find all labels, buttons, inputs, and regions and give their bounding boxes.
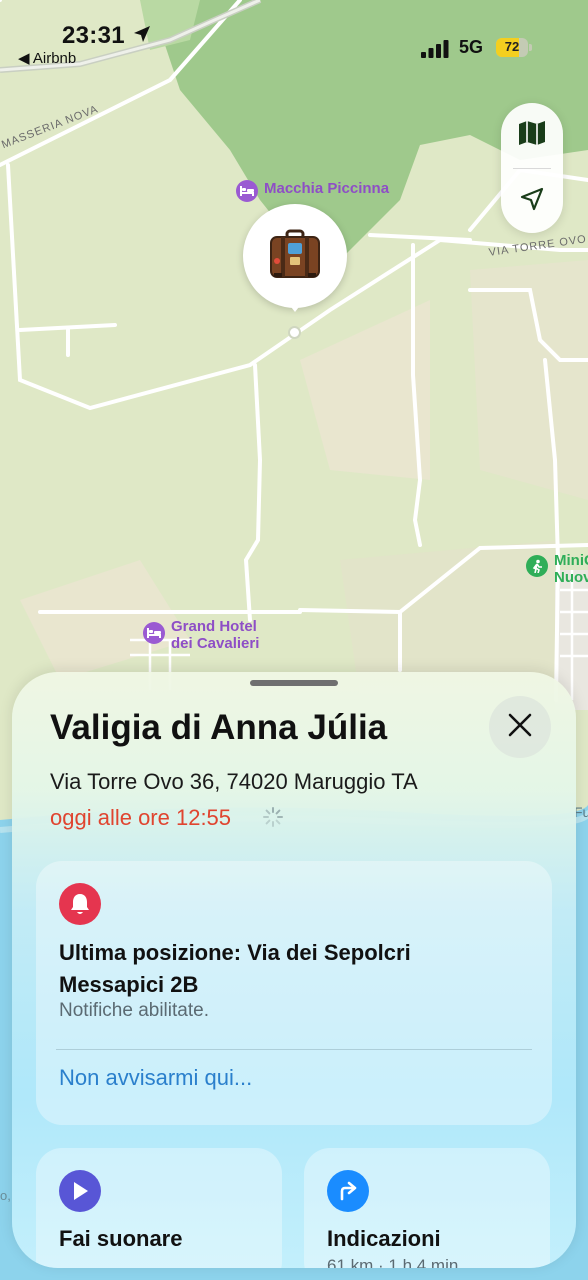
status-bar: 23:31 ◀ Airbnb 5G 72 xyxy=(0,0,588,76)
luggage-icon xyxy=(266,225,324,288)
sheet-grabber[interactable] xyxy=(250,680,338,686)
poi-grand-hotel[interactable]: Grand Hotel dei Cavalieri xyxy=(143,618,259,652)
close-icon xyxy=(507,712,533,743)
close-button[interactable] xyxy=(489,696,551,758)
play-icon xyxy=(59,1170,101,1212)
notification-title: Ultima posizione: Via dei Sepolcri Messa… xyxy=(59,940,411,997)
network-type: 5G xyxy=(459,37,484,57)
pin-location-dot xyxy=(288,326,301,339)
map-edge-label: Fu xyxy=(574,804,588,820)
back-to-app-link[interactable]: ◀ Airbnb xyxy=(18,49,76,67)
bell-icon xyxy=(59,883,101,925)
play-sound-button[interactable]: Fai suonare xyxy=(36,1148,282,1268)
notification-divider xyxy=(56,1049,532,1050)
map-controls xyxy=(501,103,563,233)
dont-notify-here-link[interactable]: Non avvisarmi qui... xyxy=(59,1065,252,1091)
poi-label-line2: dei Cavalieri xyxy=(171,635,260,652)
item-detail-sheet: Valigia di Anna Júlia Via Torre Ovo 36, … xyxy=(12,672,576,1268)
map-mode-icon xyxy=(518,120,546,151)
runner-icon xyxy=(526,555,548,577)
poi-label-line1: Grand Hotel xyxy=(171,618,257,635)
hotel-icon xyxy=(236,180,258,202)
map-edge-label-left: o, xyxy=(0,1188,11,1203)
my-location-button[interactable] xyxy=(501,169,563,233)
cell-signal-icon xyxy=(421,40,451,63)
poi-label-line2: Nuov xyxy=(554,569,588,586)
poi-label: Grand Hotel dei Cavalieri xyxy=(171,618,259,652)
directions-icon xyxy=(327,1170,369,1212)
battery-tip xyxy=(529,44,532,51)
poi-label-line1: MiniG xyxy=(554,552,588,569)
poi-minigolf[interactable]: MiniG Nuov xyxy=(526,552,588,586)
poi-macchia-piccinna[interactable]: Macchia Piccinna xyxy=(236,180,389,202)
last-updated: oggi alle ore 12:55 xyxy=(50,805,232,830)
poi-label: Macchia Piccinna xyxy=(264,180,390,197)
pin-tail xyxy=(284,298,306,312)
hotel-icon xyxy=(143,622,165,644)
battery-level: 72 xyxy=(504,39,520,54)
map-mode-button[interactable] xyxy=(501,103,563,167)
directions-button[interactable]: Indicazioni 61 km · 1 h 4 min xyxy=(304,1148,550,1268)
loading-spinner-icon xyxy=(262,806,284,833)
notification-card: Ultima posizione: Via dei Sepolcri Messa… xyxy=(36,861,552,1125)
item-address: Via Torre Ovo 36, 74020 Maruggio TA xyxy=(50,769,418,794)
action-title: Indicazioni xyxy=(327,1226,441,1251)
location-arrow-icon xyxy=(519,186,545,217)
location-arrow-icon xyxy=(132,24,152,49)
battery-icon: 72 xyxy=(496,38,528,57)
status-time: 23:31 xyxy=(62,22,125,49)
item-pin[interactable] xyxy=(243,204,347,308)
item-title: Valigia di Anna Júlia xyxy=(50,708,388,747)
poi-label: MiniG Nuov xyxy=(554,552,588,586)
action-subtitle: 61 km · 1 h 4 min xyxy=(327,1256,459,1268)
action-title: Fai suonare xyxy=(59,1226,183,1251)
notification-subtitle: Notifiche abilitate. xyxy=(59,1000,209,1021)
